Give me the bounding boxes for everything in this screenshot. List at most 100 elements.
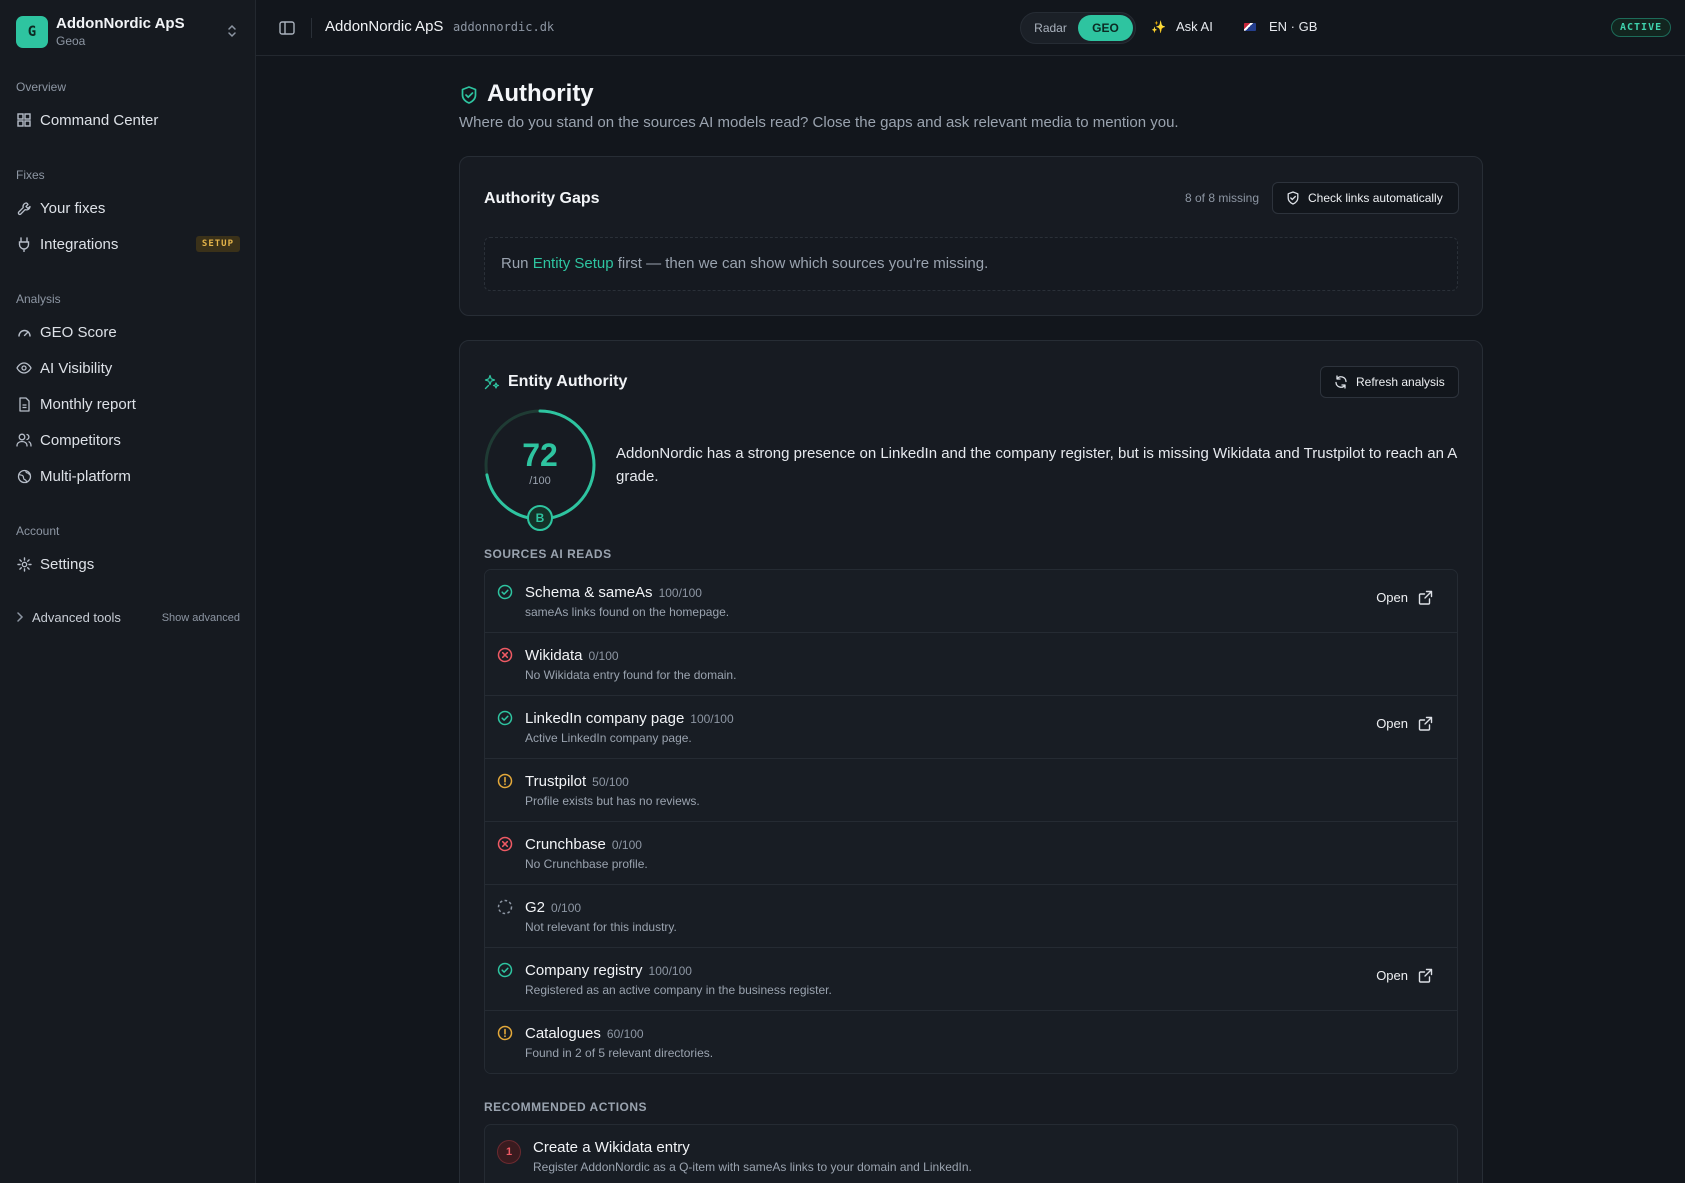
check-circle-icon [497, 584, 513, 600]
source-name: Catalogues 60/100 [525, 1025, 644, 1042]
authority-summary: AddonNordic has a strong presence on Lin… [616, 445, 1457, 485]
plug-icon [16, 236, 32, 252]
source-score: 100/100 [690, 712, 734, 726]
source-score: 100/100 [658, 586, 702, 600]
sources-list: Schema & sameAs 100/100 sameAs links found… [484, 569, 1458, 1074]
nav-section-account: Account [16, 524, 60, 538]
gaps-count: 8 of 8 missing [1185, 191, 1260, 205]
grade-badge: B [527, 505, 553, 531]
alert-circle-icon [497, 1025, 513, 1041]
gaps-empty-state: Run Entity Setup first — then we can sho… [484, 237, 1458, 291]
source-row: Company registry 100/100 Registered as an … [485, 948, 1457, 1011]
source-name: Company registry 100/100 [525, 962, 692, 979]
source-row: LinkedIn company page 100/100 Active Linke… [485, 696, 1457, 759]
entity-authority-title: Entity Authority [484, 373, 627, 391]
sidebar-item-integrations[interactable]: Integrations SETUP [16, 230, 240, 258]
grid-icon [16, 112, 32, 128]
ask-ai-button[interactable]: ✨ Ask AI [1151, 19, 1213, 34]
action-item[interactable]: 1 Create a Wikidata entry Register Addon… [484, 1124, 1458, 1183]
sidebar-item-label: Your fixes [40, 199, 106, 217]
dashed-circle-icon [497, 899, 513, 915]
shield-icon [1286, 191, 1300, 205]
org-subtitle: Geoa [56, 34, 86, 48]
advanced-tools-label: Advanced tools [32, 610, 121, 625]
sidebar-item-label: Competitors [40, 431, 121, 449]
shield-check-icon [459, 84, 479, 104]
source-score: 0/100 [588, 649, 619, 663]
source-score: 50/100 [592, 775, 629, 789]
x-circle-icon [497, 836, 513, 852]
workspace-title: AddonNordic ApS [325, 18, 444, 35]
source-name: Schema & sameAs 100/100 [525, 584, 702, 601]
open-source-link[interactable]: Open [1376, 590, 1433, 605]
setup-badge: SETUP [195, 236, 240, 252]
sidebar-item-your-fixes[interactable]: Your fixes [16, 194, 240, 222]
sidebar-item-settings[interactable]: Settings [16, 550, 240, 578]
sidebar-toggle-icon[interactable] [278, 19, 296, 37]
source-score: 0/100 [611, 838, 642, 852]
open-source-link[interactable]: Open [1376, 716, 1433, 731]
uk-flag-icon [1244, 22, 1256, 31]
source-description: Active LinkedIn company page. [525, 731, 692, 745]
sidebar-item-command-center[interactable]: Command Center [16, 106, 240, 134]
sidebar-item-competitors[interactable]: Competitors [16, 426, 240, 454]
source-description: Found in 2 of 5 relevant directories. [525, 1046, 714, 1060]
advanced-tools-toggle[interactable]: Advanced tools Show advanced [16, 610, 240, 625]
source-description: Profile exists but has no reviews. [525, 794, 700, 808]
mode-switch[interactable]: Radar GEO [1020, 12, 1136, 44]
source-name: Wikidata 0/100 [525, 647, 619, 664]
score-max: /100 [529, 475, 551, 487]
check-circle-icon [497, 962, 513, 978]
sidebar-item-ai-visibility[interactable]: AI Visibility [16, 354, 240, 382]
check-links-label: Check links automatically [1308, 191, 1443, 205]
globe-icon [16, 468, 32, 484]
action-title: Create a Wikidata entry [533, 1139, 690, 1156]
actions-section-label: RECOMMENDED ACTIONS [484, 1100, 648, 1114]
chevron-updown-icon [224, 24, 240, 41]
nav-section-fixes: Fixes [16, 168, 45, 182]
sources-section-label: SOURCES AI READS [484, 547, 612, 561]
entity-setup-link[interactable]: Entity Setup [533, 255, 614, 272]
sidebar-item-label: GEO Score [40, 323, 117, 341]
wrench-icon [16, 200, 32, 216]
mode-option-radar[interactable]: Radar [1023, 15, 1078, 41]
sidebar: G AddonNordic ApS Geoa Overview Command … [0, 0, 256, 1183]
source-description: sameAs links found on the homepage. [525, 605, 730, 619]
alert-circle-icon [497, 773, 513, 789]
status-badge: ACTIVE [1611, 18, 1672, 37]
sidebar-item-label: Integrations [40, 235, 119, 253]
action-priority-badge: 1 [497, 1140, 521, 1164]
source-name: LinkedIn company page 100/100 [525, 710, 734, 727]
source-description: No Crunchbase profile. [525, 857, 648, 871]
sidebar-item-label: Monthly report [40, 395, 136, 413]
refresh-analysis-label: Refresh analysis [1356, 375, 1445, 389]
open-source-link[interactable]: Open [1376, 968, 1433, 983]
authority-gaps-card: Authority Gaps 8 of 8 missing Check link… [459, 156, 1483, 316]
sparkle-icon: ✨ [1151, 19, 1166, 34]
file-icon [16, 396, 32, 412]
refresh-analysis-button[interactable]: Refresh analysis [1320, 366, 1459, 398]
sidebar-item-geo-score[interactable]: GEO Score [16, 318, 240, 346]
nav-section-overview: Overview [16, 80, 67, 94]
chevron-right-icon [16, 610, 24, 625]
check-circle-icon [497, 710, 513, 726]
language-selector[interactable]: EN · GB [1244, 19, 1317, 34]
external-link-icon [1418, 968, 1433, 983]
org-avatar: G [16, 16, 48, 48]
sidebar-item-monthly-report[interactable]: Monthly report [16, 390, 240, 418]
check-links-button[interactable]: Check links automatically [1272, 182, 1459, 214]
gear-icon [16, 556, 32, 572]
source-score: 0/100 [551, 901, 582, 915]
source-name: Crunchbase 0/100 [525, 836, 642, 853]
org-switcher[interactable]: G AddonNordic ApS Geoa [16, 15, 240, 49]
show-advanced-link[interactable]: Show advanced [162, 612, 240, 624]
topbar: AddonNordic ApS addonnordic.dk Radar GEO… [256, 0, 1685, 56]
external-link-icon [1418, 590, 1433, 605]
page-title: Authority [459, 80, 594, 108]
mode-option-geo[interactable]: GEO [1078, 15, 1133, 41]
x-circle-icon [497, 647, 513, 663]
action-description: Register AddonNordic as a Q-item with sa… [533, 1160, 972, 1174]
score-value: 72 [522, 437, 558, 473]
sidebar-item-label: Command Center [40, 111, 159, 129]
sidebar-item-multi-platform[interactable]: Multi-platform [16, 462, 240, 490]
